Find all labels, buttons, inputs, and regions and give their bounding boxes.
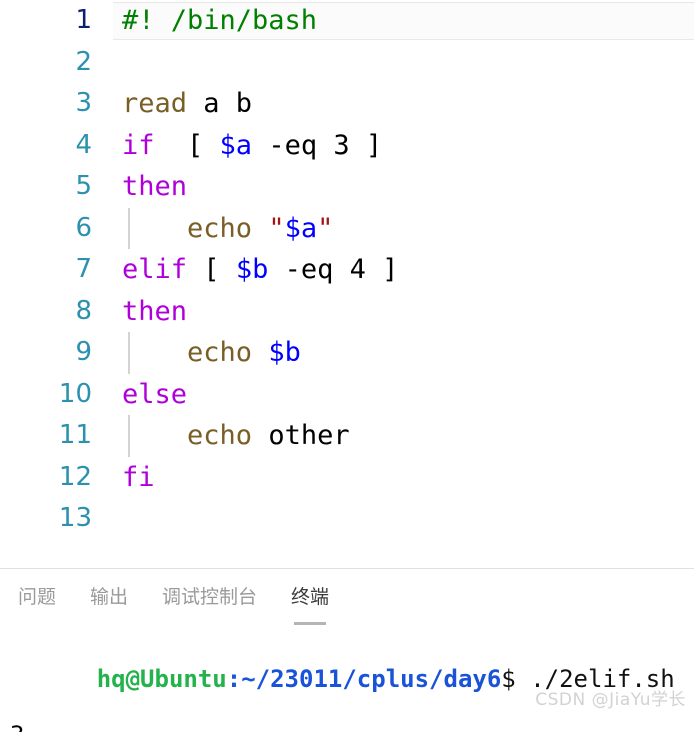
code-line-4[interactable]: 4 if [ $a -eq 3 ] <box>0 125 694 167</box>
line-number-5[interactable]: 5 <box>0 166 92 208</box>
code-text-line-4[interactable]: if [ $a -eq 3 ] <box>122 125 382 167</box>
token-plain: -eq 3 ] <box>252 129 383 161</box>
token-plain: [ <box>187 254 236 285</box>
code-text-line-12[interactable]: fi <box>122 457 155 499</box>
token-plain: [ <box>154 129 220 161</box>
code-text-line-10[interactable]: else <box>122 374 187 416</box>
csdn-watermark: CSDN @JiaYu学长 <box>535 690 686 710</box>
panel-tab-3[interactable]: 终端 <box>291 582 330 625</box>
line-number-4[interactable]: 4 <box>0 125 92 167</box>
code-line-1[interactable]: 1 #! /bin/bash <box>0 0 694 42</box>
code-text-line-6[interactable]: echo "$a" <box>122 208 333 250</box>
line-number-6[interactable]: 6 <box>0 208 92 250</box>
token-var: $b <box>268 337 301 368</box>
terminal-output-area[interactable]: hq@Ubuntu:~/23011/cplus/day6$ ./2elif.sh… <box>0 627 694 732</box>
token-var: $a <box>219 129 253 161</box>
line-number-11[interactable]: 11 <box>0 415 92 457</box>
terminal-prompt-user: hq@Ubuntu <box>96 665 227 693</box>
token-string: " <box>268 212 285 244</box>
terminal-output-line: 3 <box>10 721 694 732</box>
panel-tab-label: 调试控制台 <box>162 585 258 608</box>
token-keyword: fi <box>122 461 155 493</box>
code-line-12[interactable]: 12 fi <box>0 457 694 499</box>
panel-tab-bar[interactable]: 问题 输出 调试控制台 终端 <box>0 569 330 625</box>
token-var: $b <box>235 254 269 285</box>
token-keyword: then <box>122 295 188 327</box>
token-var: $a <box>284 212 318 244</box>
token-keyword: then <box>122 171 188 202</box>
token-plain: other <box>252 420 350 451</box>
token-plain: a b <box>187 88 253 119</box>
line-number-8[interactable]: 8 <box>0 291 92 333</box>
code-line-6[interactable]: 6 echo "$a" <box>0 207 694 250</box>
terminal-prompt-path: :~/23011/cplus/day6 <box>226 665 502 693</box>
token-func: read <box>122 88 188 119</box>
token-comment: #! /bin/bash <box>122 5 318 36</box>
code-text-line-8[interactable]: then <box>122 291 187 333</box>
token-keyword: elif <box>122 254 188 285</box>
code-text-line-1[interactable]: #! /bin/bash <box>122 0 317 42</box>
code-editor[interactable]: 1 #! /bin/bash 2 3 read a b 4 if [ $a -eq 3 ] 5… <box>0 0 694 568</box>
code-text-line-5[interactable]: then <box>122 166 187 208</box>
line-number-9[interactable]: 9 <box>0 332 92 374</box>
code-line-13[interactable]: 13 <box>0 498 694 540</box>
panel-tab-2[interactable]: 调试控制台 <box>162 582 257 611</box>
line-number-3[interactable]: 3 <box>0 83 92 125</box>
panel-tab-1[interactable]: 输出 <box>90 582 128 611</box>
panel-tab-label: 输出 <box>90 585 129 608</box>
token-keyword: if <box>122 129 155 161</box>
code-line-7[interactable]: 7 elif [ $b -eq 4 ] <box>0 249 694 291</box>
token-func: echo <box>187 420 253 451</box>
code-line-11[interactable]: 11 echo other <box>0 415 694 457</box>
line-number-12[interactable]: 12 <box>0 457 92 499</box>
code-text-line-9[interactable]: echo $b <box>122 332 301 374</box>
token-keyword: else <box>122 378 188 410</box>
line-number-7[interactable]: 7 <box>0 249 92 291</box>
panel-tab-0[interactable]: 问题 <box>18 582 56 611</box>
code-lines-container[interactable]: 1 #! /bin/bash 2 3 read a b 4 if [ $a -eq 3 ] 5… <box>0 0 694 540</box>
code-text-line-3[interactable]: read a b <box>122 83 252 125</box>
code-line-2[interactable]: 2 <box>0 42 694 84</box>
terminal-output-lines: 33 <box>10 721 694 732</box>
code-text-line-11[interactable]: echo other <box>122 415 350 457</box>
token-plain: -eq 4 ] <box>268 254 399 285</box>
line-number-1[interactable]: 1 <box>0 0 92 42</box>
active-tab-underline <box>294 621 327 625</box>
code-line-8[interactable]: 8 then <box>0 291 694 333</box>
token-func: echo <box>187 212 253 244</box>
line-number-10[interactable]: 10 <box>0 374 92 416</box>
panel-tab-label: 问题 <box>18 585 57 608</box>
code-line-10[interactable]: 10 else <box>0 374 694 416</box>
code-text-line-7[interactable]: elif [ $b -eq 4 ] <box>122 249 398 291</box>
bottom-panel: 问题 输出 调试控制台 终端 hq@Ubuntu:~/23011/cplus/day6… <box>0 568 694 732</box>
panel-tab-label: 终端 <box>291 585 330 608</box>
token-string: " <box>317 212 334 244</box>
line-number-2[interactable]: 2 <box>0 42 92 84</box>
line-number-13[interactable]: 13 <box>0 498 92 540</box>
token-func: echo <box>187 337 253 368</box>
code-line-3[interactable]: 3 read a b <box>0 83 694 125</box>
code-line-9[interactable]: 9 echo $b <box>0 332 694 374</box>
code-line-5[interactable]: 5 then <box>0 166 694 208</box>
